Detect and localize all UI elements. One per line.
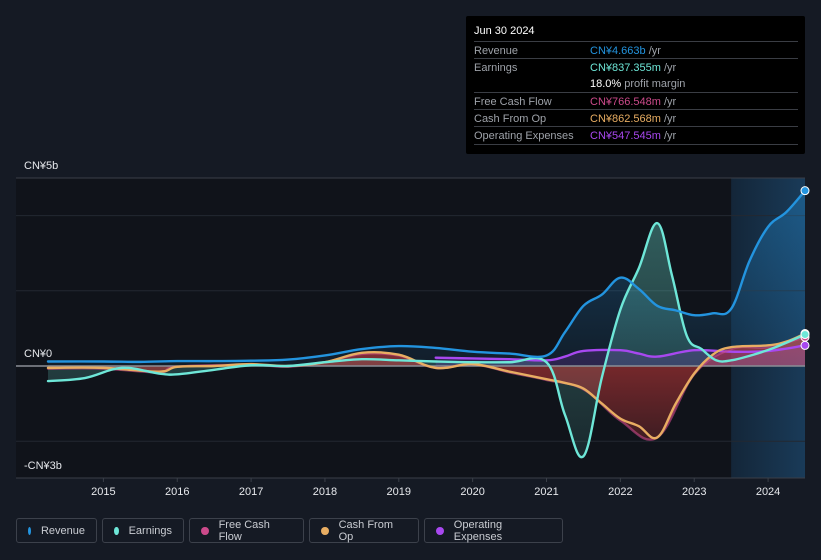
y-tick-label-zero: CN¥0 [24, 348, 53, 360]
cfo-value: CN¥862.568m [590, 113, 661, 125]
unit: /yr [660, 62, 677, 74]
y-tick-label-top: CN¥5b [24, 160, 59, 172]
earnings-dot-icon [114, 526, 119, 535]
unit: /yr [660, 130, 677, 142]
tooltip-label: Free Cash Flow [474, 96, 552, 108]
opex-value: CN¥547.545m [590, 130, 661, 142]
revenue-value: CN¥4.663b [590, 45, 646, 57]
tooltip-date: Jun 30 2024 [474, 25, 535, 37]
unit: profit margin [621, 78, 686, 90]
operating-expenses-end-marker [800, 340, 810, 350]
earnings-end-marker [800, 330, 810, 340]
legend: Revenue Earnings Free Cash Flow Cash Fro… [16, 518, 563, 545]
tooltip-row-margin: 18.0% profit margin [474, 75, 798, 92]
tooltip-row-earnings: Earnings CN¥837.355m /yr [474, 58, 798, 76]
legend-item-free-cash-flow[interactable]: Free Cash Flow [189, 518, 304, 543]
unit: /yr [645, 45, 661, 57]
x-tick-label: 2022 [608, 486, 633, 498]
legend-item-cash-from-op[interactable]: Cash From Op [309, 518, 419, 543]
tooltip-value: 18.0% profit margin [590, 78, 685, 90]
y-tick-label-bottom: -CN¥3b [24, 460, 62, 472]
profit-margin-value: 18.0% [590, 78, 622, 90]
x-tick-label: 2021 [534, 486, 559, 498]
tooltip-value: CN¥547.545m /yr [590, 130, 676, 142]
tooltip-row-cfo: Cash From Op CN¥862.568m /yr [474, 109, 798, 127]
tooltip-row-opex: Operating Expenses CN¥547.545m /yr [474, 126, 798, 145]
legend-label: Earnings [128, 524, 172, 537]
legend-item-operating-expenses[interactable]: Operating Expenses [424, 518, 563, 543]
x-tick-label: 2018 [312, 486, 338, 498]
x-tick-label: 2016 [164, 486, 190, 498]
legend-label: Free Cash Flow [218, 518, 270, 543]
x-tick-label: 2017 [238, 486, 264, 498]
legend-item-earnings[interactable]: Earnings [102, 518, 184, 543]
fcf-dot-icon [201, 526, 209, 535]
unit: /yr [660, 113, 677, 125]
tooltip: Jun 30 2024 Revenue CN¥4.663b /yr Earnin… [466, 16, 805, 154]
tooltip-label: Operating Expenses [474, 130, 574, 142]
cfo-dot-icon [321, 526, 329, 535]
tooltip-value: CN¥766.548m /yr [590, 96, 676, 108]
earnings-value: CN¥837.355m [590, 62, 661, 74]
x-tick-label: 2019 [386, 486, 412, 498]
tooltip-row-fcf: Free Cash Flow CN¥766.548m /yr [474, 92, 798, 110]
revenue-dot-icon [28, 526, 31, 535]
x-tick-label: 2020 [460, 486, 485, 498]
tooltip-value: CN¥862.568m /yr [590, 113, 676, 125]
fcf-value: CN¥766.548m [590, 96, 661, 108]
tooltip-value: CN¥837.355m /yr [590, 62, 676, 74]
tooltip-label: Cash From Op [474, 113, 547, 125]
tooltip-row-revenue: Revenue CN¥4.663b /yr [474, 41, 798, 59]
revenue-end-marker [800, 186, 810, 196]
x-tick-label: 2024 [755, 486, 781, 498]
unit: /yr [660, 96, 677, 108]
tooltip-value: CN¥4.663b /yr [590, 45, 661, 57]
x-tick-label: 2023 [681, 486, 707, 498]
tooltip-label: Revenue [474, 45, 519, 57]
x-tick-label: 2015 [91, 486, 116, 498]
legend-label: Revenue [40, 524, 85, 537]
legend-label: Cash From Op [338, 518, 393, 543]
legend-item-revenue[interactable]: Revenue [16, 518, 97, 543]
x-axis [16, 477, 805, 482]
opex-dot-icon [436, 526, 444, 535]
legend-label: Operating Expenses [453, 518, 503, 543]
tooltip-label: Earnings [474, 62, 518, 74]
